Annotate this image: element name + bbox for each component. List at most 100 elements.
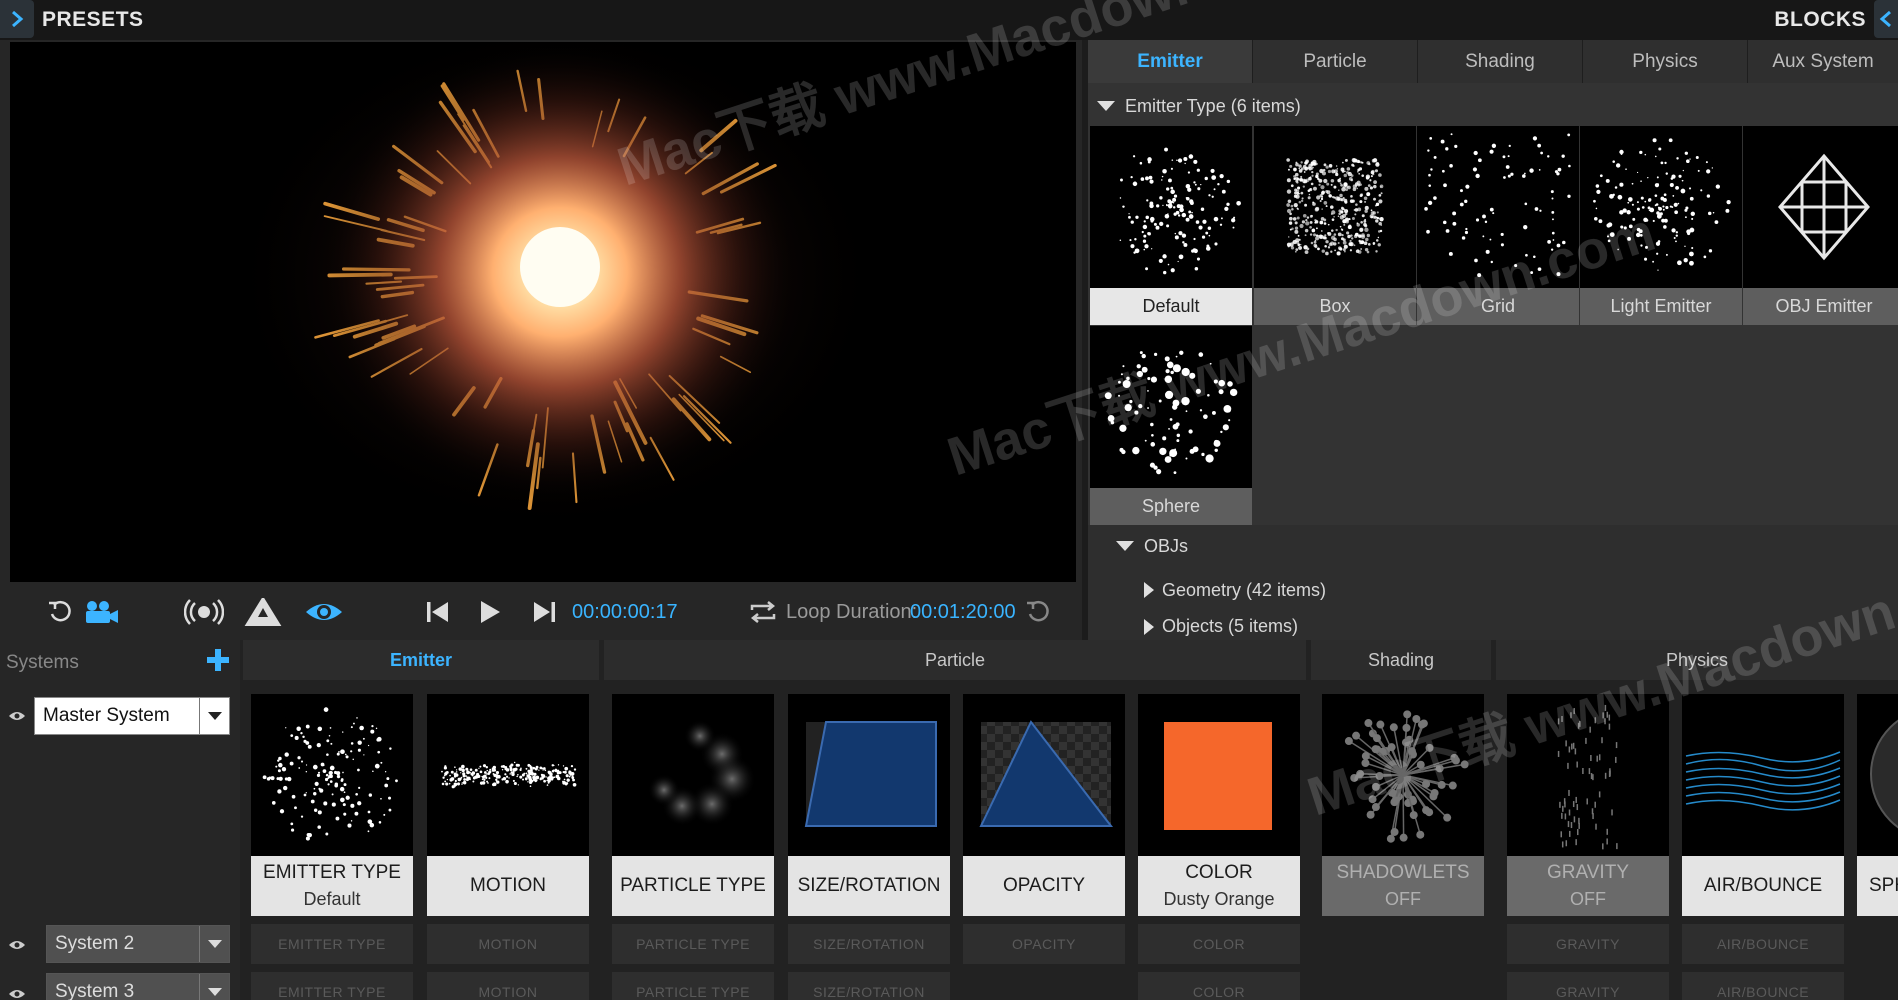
emitter-tile-default[interactable]: Default <box>1090 126 1252 325</box>
current-time[interactable]: 00:00:00:17 <box>572 601 678 624</box>
objects-section[interactable]: Objects (5 items) <box>1088 613 1898 640</box>
loop-icon <box>750 601 776 623</box>
blocks-toggle-button[interactable] <box>1874 0 1898 38</box>
cluster-particles <box>1580 126 1742 288</box>
band-particles <box>427 694 589 856</box>
blocks-browser: Emitter Particle Shading Physics Aux Sys… <box>1088 40 1898 640</box>
text-a-icon <box>244 598 282 626</box>
block-emitter-type[interactable]: EMITTER TYPE Default <box>251 694 413 916</box>
emitter-type-section[interactable]: Emitter Type (6 items) <box>1088 86 1898 126</box>
ghost-block[interactable]: MOTION <box>427 924 589 964</box>
eye-icon[interactable] <box>8 988 26 1000</box>
chevron-right-icon <box>12 10 24 28</box>
skip-forward-icon <box>534 602 555 622</box>
category-shading[interactable]: Shading <box>1311 640 1491 680</box>
ghost-block[interactable]: COLOR <box>1138 972 1300 1000</box>
category-emitter[interactable]: Emitter <box>243 640 599 680</box>
reset-button[interactable] <box>44 596 76 628</box>
category-particle[interactable]: Particle <box>604 640 1306 680</box>
add-system-icon[interactable] <box>204 646 232 674</box>
ghost-block[interactable]: EMITTER TYPE <box>251 924 413 964</box>
loop-button[interactable] <box>748 596 778 628</box>
ghost-block[interactable]: AIR/BOUNCE <box>1682 972 1844 1000</box>
emitter-tile-label: Light Emitter <box>1580 288 1742 325</box>
block-particle-type[interactable]: PARTICLE TYPE <box>612 694 774 916</box>
sph-thumbnail <box>1857 694 1898 856</box>
ghost-block[interactable]: EMITTER TYPE <box>251 972 413 1000</box>
eye-icon[interactable] <box>8 939 26 951</box>
ghost-block[interactable]: MOTION <box>427 972 589 1000</box>
emitter-tile-obj-emitter[interactable]: OBJ Emitter <box>1743 126 1898 325</box>
tab-particle[interactable]: Particle <box>1253 40 1418 83</box>
ghost-block[interactable]: OPACITY <box>963 924 1125 964</box>
emitter-tile-light-emitter[interactable]: Light Emitter <box>1580 126 1742 325</box>
system-2-select[interactable]: System 2 <box>46 925 230 963</box>
play-icon <box>481 601 500 623</box>
motion-thumbnail <box>427 694 589 856</box>
block-label: GRAVITY OFF <box>1507 856 1669 916</box>
eye-icon[interactable] <box>8 710 26 722</box>
block-opacity[interactable]: OPACITY <box>963 694 1125 916</box>
master-system-select[interactable]: Master System <box>34 697 230 735</box>
grid-particles <box>1417 126 1579 288</box>
system-3-select[interactable]: System 3 <box>46 973 230 1000</box>
tab-shading[interactable]: Shading <box>1418 40 1583 83</box>
ghost-block[interactable]: PARTICLE TYPE <box>612 924 774 964</box>
ghost-block[interactable]: AIR/BOUNCE <box>1682 924 1844 964</box>
block-sph[interactable]: SPH <box>1857 694 1898 916</box>
loop-duration-value[interactable]: 00:01:20:00 <box>910 601 1016 624</box>
block-label: COLOR Dusty Orange <box>1138 856 1300 916</box>
expand-triangle-icon <box>1144 582 1154 598</box>
emitter-box-thumbnail <box>1254 126 1416 288</box>
block-label: MOTION <box>427 856 589 916</box>
block-gravity[interactable]: GRAVITY OFF <box>1507 694 1669 916</box>
tab-emitter[interactable]: Emitter <box>1088 40 1253 83</box>
emitter-tile-box[interactable]: Box <box>1254 126 1416 325</box>
rotate-ccw-icon <box>49 600 71 622</box>
text-overlay-button[interactable] <box>244 596 282 628</box>
geometry-section[interactable]: Geometry (42 items) <box>1088 570 1898 610</box>
ghost-block[interactable]: SIZE/ROTATION <box>788 924 950 964</box>
chevron-down-icon <box>199 926 229 962</box>
eye-icon <box>306 604 342 620</box>
play-button[interactable] <box>476 596 504 628</box>
skip-forward-button[interactable] <box>530 596 558 628</box>
ghost-block[interactable]: COLOR <box>1138 924 1300 964</box>
cluster-particles <box>1090 126 1252 288</box>
blocks-title[interactable]: BLOCKS <box>1774 8 1866 32</box>
camera-button[interactable] <box>82 596 120 628</box>
opacity-curve-icon <box>963 694 1125 856</box>
audio-button[interactable] <box>184 596 224 628</box>
emitter-tile-grid[interactable]: Grid <box>1417 126 1579 325</box>
air-flow-icon <box>1682 694 1844 856</box>
block-color[interactable]: COLOR Dusty Orange <box>1138 694 1300 916</box>
tab-aux-system[interactable]: Aux System <box>1748 40 1898 83</box>
ghost-block[interactable]: PARTICLE TYPE <box>612 972 774 1000</box>
visibility-button[interactable] <box>304 596 344 628</box>
category-physics[interactable]: Physics <box>1496 640 1898 680</box>
ghost-block[interactable]: GRAVITY <box>1507 924 1669 964</box>
ghost-block[interactable]: GRAVITY <box>1507 972 1669 1000</box>
master-system-name: Master System <box>43 705 170 726</box>
loop-duration-label: Loop Duration: <box>786 601 918 623</box>
emitter-tile-sphere[interactable]: Sphere <box>1090 326 1252 525</box>
objs-section[interactable]: OBJs <box>1088 526 1898 566</box>
system-3-name: System 3 <box>55 981 135 1000</box>
loop-reset-button[interactable] <box>1024 596 1052 628</box>
block-motion[interactable]: MOTION <box>427 694 589 916</box>
tab-physics[interactable]: Physics <box>1583 40 1748 83</box>
skip-back-button[interactable] <box>424 596 452 628</box>
block-air-bounce[interactable]: AIR/BOUNCE <box>1682 694 1844 916</box>
presets-toggle-button[interactable] <box>0 0 34 38</box>
systems-panel: Systems Master System System 2 System 3 <box>0 640 240 1000</box>
presets-title[interactable]: PRESETS <box>42 8 144 32</box>
geometry-header: Geometry (42 items) <box>1162 579 1327 600</box>
block-shadowlets[interactable]: SHADOWLETS OFF <box>1322 694 1484 916</box>
burst-particles <box>1322 694 1484 856</box>
emitter-tile-label: Box <box>1254 288 1416 325</box>
preview-canvas[interactable] <box>10 42 1076 582</box>
color-swatch <box>1138 694 1300 856</box>
ghost-block[interactable]: SIZE/ROTATION <box>788 972 950 1000</box>
block-size-rotation[interactable]: SIZE/ROTATION <box>788 694 950 916</box>
emitter-tile-label: Sphere <box>1090 488 1252 525</box>
